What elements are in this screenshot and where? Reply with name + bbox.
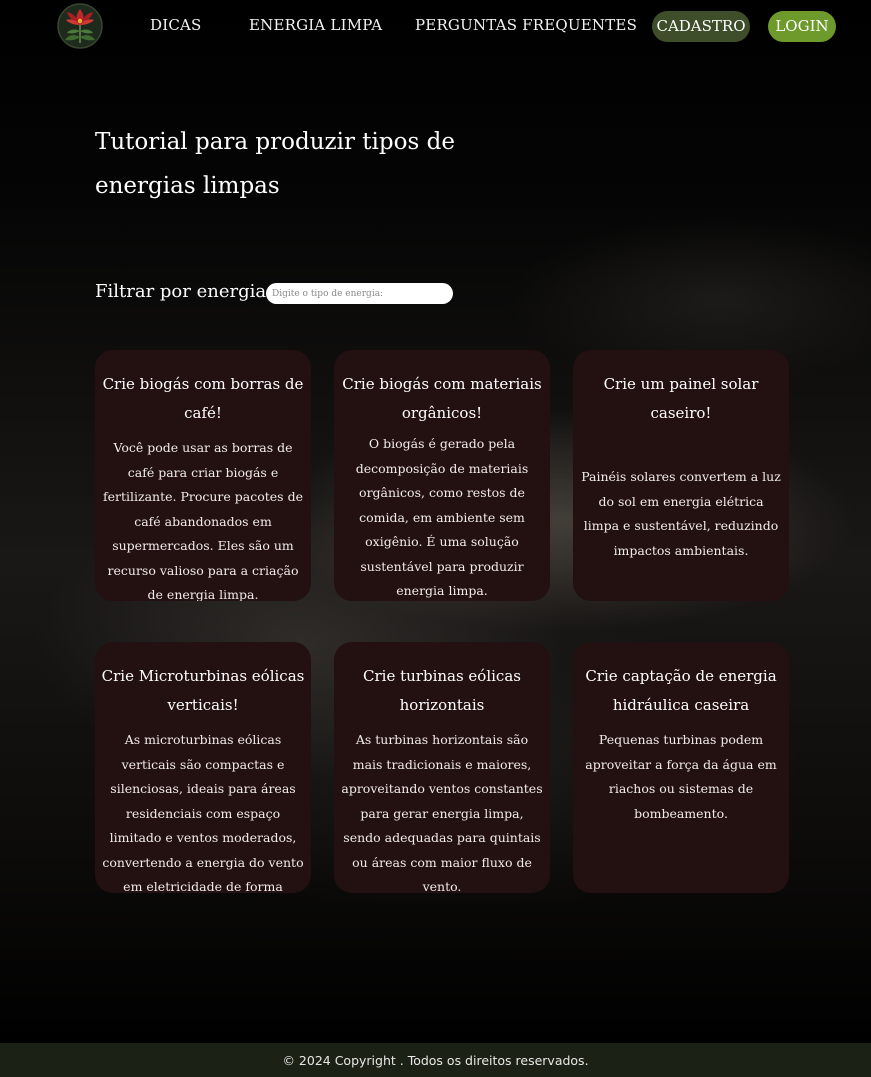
card-biogas-cafe: Crie biogás com borras de café! Você pod… (95, 350, 311, 601)
copyright-text: © 2024 Copyright . Todos os direitos res… (282, 1053, 589, 1068)
card-title: Crie Microturbinas eólicas verticais! (101, 667, 305, 714)
card-text: Pequenas turbinas podem aproveitar a for… (585, 732, 777, 821)
card-text: As microturbinas eólicas verticais são c… (102, 732, 304, 893)
card-title: Crie biogás com materiais orgânicos! (342, 375, 542, 422)
footer: © 2024 Copyright . Todos os direitos res… (0, 1043, 871, 1077)
nav-dicas[interactable]: DICAS (150, 16, 202, 34)
card-text: As turbinas horizontais são mais tradici… (341, 732, 543, 893)
page-title: Tutorial para produzir tipos de energias… (95, 129, 455, 199)
card-energia-hidraulica: Crie captação de energia hidráulica case… (573, 642, 789, 893)
filter-label: Filtrar por energia: (95, 281, 273, 302)
card-painel-solar: Crie um painel solar caseiro! Painéis so… (573, 350, 789, 601)
login-button[interactable]: LOGIN (768, 11, 836, 42)
card-title: Crie turbinas eólicas horizontais (363, 667, 521, 714)
card-text: Você pode usar as borras de café para cr… (103, 440, 303, 601)
energy-filter-input[interactable] (266, 283, 453, 304)
card-title: Crie biogás com borras de café! (102, 375, 304, 422)
navbar: DICAS ENERGIA LIMPA PERGUNTAS FREQUENTES… (0, 0, 871, 52)
card-turbinas-horizontais: Crie turbinas eólicas horizontais As tur… (334, 642, 550, 893)
card-title: Crie captação de energia hidráulica case… (585, 667, 777, 714)
card-text: O biogás é gerado pela decomposição de m… (355, 436, 529, 598)
cadastro-button[interactable]: CADASTRO (652, 11, 750, 42)
card-biogas-organicos: Crie biogás com materiais orgânicos! O b… (334, 350, 550, 601)
nav-perguntas-frequentes[interactable]: PERGUNTAS FREQUENTES (415, 16, 637, 34)
red-flower-logo-icon[interactable] (57, 3, 103, 49)
card-title: Crie um painel solar caseiro! (603, 375, 759, 422)
card-microturbinas-verticais: Crie Microturbinas eólicas verticais! As… (95, 642, 311, 893)
card-text: Painéis solares convertem a luz do sol e… (581, 469, 781, 558)
nav-energia-limpa[interactable]: ENERGIA LIMPA (249, 16, 382, 34)
